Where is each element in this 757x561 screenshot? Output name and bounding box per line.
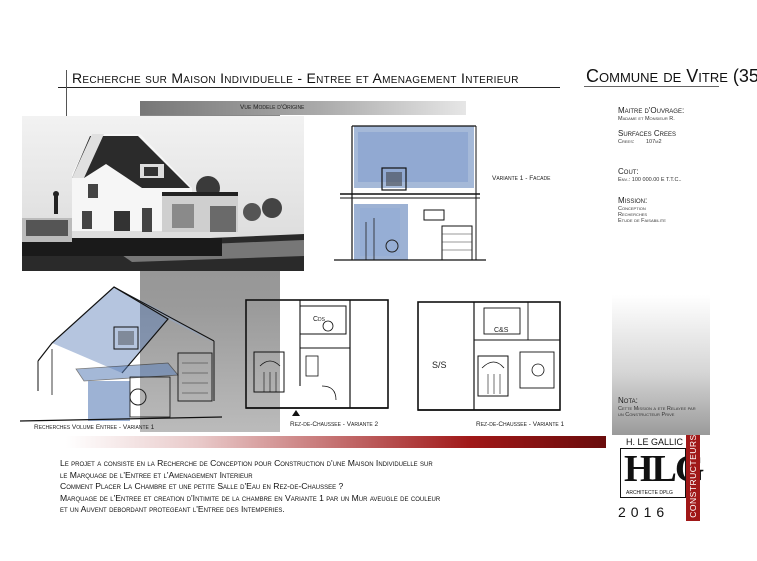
floor-plan-variante-2 <box>240 296 395 418</box>
nota-title: Nota: <box>618 396 638 405</box>
facade-sketch-drawing <box>334 125 486 261</box>
plan-label-cds-2: C&S <box>494 327 509 334</box>
description-line: Comment Placer La Chambre et une petite … <box>60 481 344 491</box>
mission-title: Mission: <box>618 196 648 205</box>
floor-plan-2-drawing <box>245 299 389 416</box>
description-line: Le projet a consiste en la Recherche de … <box>60 458 433 468</box>
project-description: Le projet a consiste en la Recherche de … <box>60 458 580 516</box>
photo-caption: Vue Modele d'Origine <box>240 104 305 111</box>
logo-vertical-text: CONSTRUCTEURS <box>688 434 698 518</box>
plan2-caption: Rez-de-Chaussee - Variante 2 <box>290 421 379 428</box>
cout-title: Cout: <box>618 167 639 176</box>
logo-name: H. LE GALLIC <box>626 437 684 447</box>
logo-year: 2016 <box>618 504 670 520</box>
logo-subtitle: ARCHITECTE DPLG <box>626 490 673 496</box>
page-title: Recherche sur Maison Individuelle - Entr… <box>72 70 519 86</box>
description-line: Marquage de l'Entree et creation d'Intim… <box>60 492 441 503</box>
facade-sketch <box>330 122 490 264</box>
plan1-caption: Rez-de-Chaussee - Variante 1 <box>476 421 565 428</box>
mission-item: Etude de Faisabilite <box>618 218 666 224</box>
surfaces-value: 107m2 <box>646 139 662 145</box>
original-house-photo <box>22 116 304 271</box>
facade-caption: Variante 1 - Facade <box>492 175 551 182</box>
surfaces-title: Surfaces Crees <box>618 129 677 138</box>
volume-sketch-drawing <box>19 286 223 422</box>
hlg-logo: H. LE GALLIC HLG ARCHITECTE DPLG CONSTRU… <box>618 434 704 521</box>
commune-title: Commune de Vitre (35) <box>586 66 757 86</box>
maitre-ouvrage-value: Madame et Monsieur R. <box>618 116 675 122</box>
description-line: le Marquage de l'Entree et l'Amenagement… <box>60 469 253 480</box>
cout-value: Env.: 100 000.00 E T.T.C.. <box>618 177 682 183</box>
surfaces-label: Crees: <box>618 139 635 145</box>
nota-line: un Constructeur Prive <box>618 412 675 418</box>
plan-label-sejour: S/S <box>432 360 447 370</box>
description-line: et un Auvent debordant protegeant l'Entr… <box>60 504 285 514</box>
title-underline <box>58 87 560 88</box>
floor-plan-1-drawing <box>417 301 561 411</box>
house-photo-illustration <box>22 116 304 271</box>
red-accent-bar <box>66 436 606 448</box>
volume-caption: Recherches Volume Entree - Variante 1 <box>34 424 155 431</box>
plan-label-cds-1: Cds <box>313 316 326 323</box>
volume-sketch <box>18 283 224 425</box>
maitre-ouvrage-title: Maitre d'Ouvrage: <box>618 106 685 115</box>
floor-plan-variante-1 <box>408 296 570 418</box>
